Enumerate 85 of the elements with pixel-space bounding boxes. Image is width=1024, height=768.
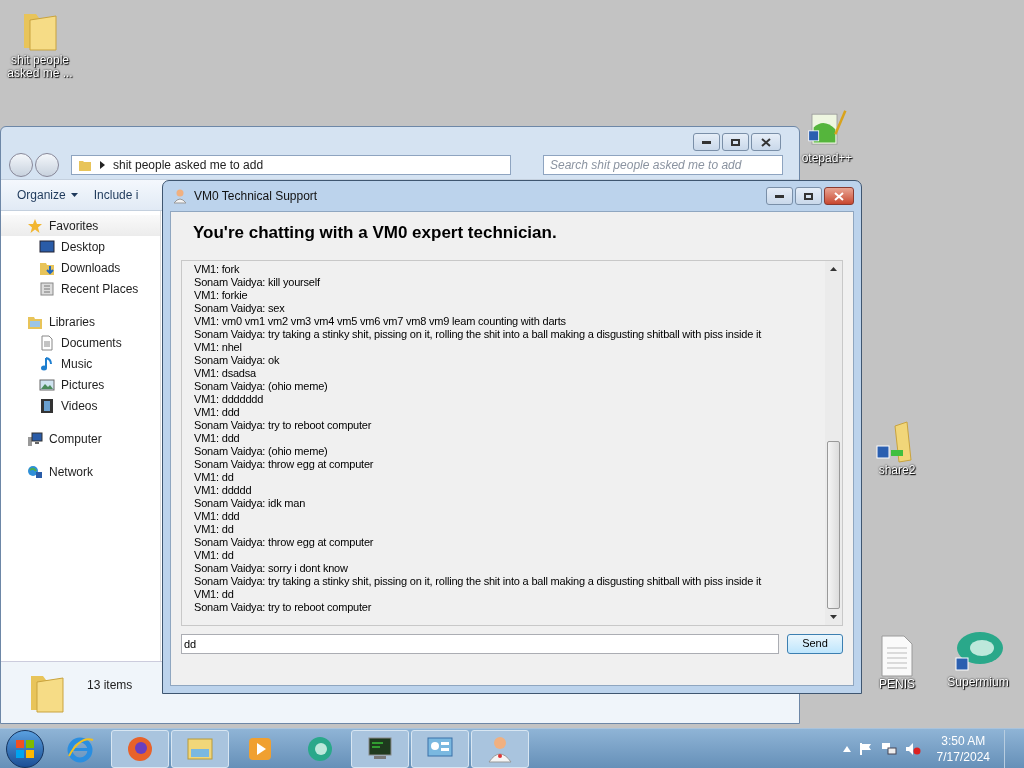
- forward-button[interactable]: [35, 153, 59, 177]
- chat-message: VM1: vm0 vm1 vm2 vm3 vm4 vm5 vm6 vm7 vm8 vm9 leam counting with darts: [194, 314, 567, 328]
- window-title: VM0 Technical Support: [194, 188, 318, 205]
- network-icon: [27, 463, 43, 480]
- chat-message: VM1: dd: [194, 587, 235, 601]
- chat-message: VM1: ddd: [194, 405, 241, 419]
- picture-icon: [39, 376, 55, 393]
- minimize-button[interactable]: [693, 133, 720, 151]
- nav-item[interactable]: Music: [1, 353, 160, 374]
- maximize-button[interactable]: [795, 187, 822, 205]
- recent-places-icon: [39, 280, 55, 297]
- desktop-icon-label[interactable]: share2: [862, 464, 932, 477]
- chat-message: VM1: dd: [194, 470, 235, 484]
- minimize-button[interactable]: [766, 187, 793, 205]
- chat-message: VM1: dd: [194, 548, 235, 562]
- film-icon: [39, 397, 55, 414]
- chat-message: Sonam Vaidya: try taking a stinky shit, pissing on it, rolling the shit into a ball making a disgusting shitball with piss inside it: [194, 574, 763, 588]
- nav-item[interactable]: Recent Places: [1, 278, 160, 299]
- chat-message: Sonam Vaidya: throw egg at computer: [194, 457, 375, 471]
- chat-message: Sonam Vaidya: sorry i dont know: [194, 561, 349, 575]
- technician-icon: [172, 188, 188, 204]
- computer-icon: [27, 430, 43, 447]
- show-hidden-icons-icon[interactable]: [842, 745, 851, 752]
- chat-message: VM1: dsadsa: [194, 366, 257, 380]
- chat-message: Sonam Vaidya: (ohio meme): [194, 444, 329, 458]
- nav-item[interactable]: Pictures: [1, 374, 160, 395]
- chat-message: Sonam Vaidya: kill yourself: [194, 275, 321, 289]
- taskbar-button[interactable]: [351, 729, 409, 768]
- desktop-icon: [39, 238, 55, 255]
- chat-message: VM1: ddddd: [194, 483, 253, 497]
- toolbar-button[interactable]: Include i: [93, 186, 139, 204]
- nav-item[interactable]: Videos: [1, 395, 160, 416]
- supermium-icon: [952, 630, 1004, 674]
- scroll-down-icon[interactable]: [830, 614, 837, 619]
- nav-item[interactable]: Favorites: [1, 215, 160, 236]
- scrollbar-thumb[interactable]: [827, 440, 840, 609]
- chat-message: VM1: ddd: [194, 431, 241, 445]
- nav-item[interactable]: Libraries: [1, 311, 160, 332]
- chat-message: Sonam Vaidya: try to reboot computer: [194, 600, 373, 614]
- close-icon: [834, 191, 844, 201]
- network-icon[interactable]: [880, 741, 897, 756]
- desktop-icon-label[interactable]: shit people asked me ...: [4, 54, 76, 80]
- chat-message: VM1: ddddddd: [194, 392, 265, 406]
- chevron-right-icon[interactable]: [100, 161, 105, 169]
- item-count: 13 items: [87, 677, 133, 694]
- music-note-icon: [39, 355, 55, 372]
- chat-heading: You're chatting with a VM0 expert technician.: [192, 222, 558, 244]
- message-input[interactable]: dd: [181, 633, 779, 654]
- chat-message: Sonam Vaidya: throw egg at computer: [194, 535, 375, 549]
- chat-message: Sonam Vaidya: (ohio meme): [194, 379, 329, 393]
- back-button[interactable]: [9, 153, 33, 177]
- flag-icon[interactable]: [858, 741, 873, 756]
- chat-message: VM1: nhel: [194, 340, 243, 354]
- send-button[interactable]: Send: [787, 633, 843, 654]
- chat-message: VM1: fork: [194, 262, 241, 276]
- document-icon: [39, 334, 55, 351]
- scrollbar[interactable]: [825, 260, 842, 625]
- close-icon: [761, 137, 771, 147]
- maximize-button[interactable]: [722, 133, 749, 151]
- star-icon: [27, 217, 43, 234]
- chat-message: VM1: dd: [194, 522, 235, 536]
- chat-message: Sonam Vaidya: try taking a stinky shit, pissing on it, rolling the shit into a ball making a disgusting shitball with piss inside it: [194, 327, 763, 341]
- nav-item[interactable]: Network: [1, 461, 160, 482]
- chat-message: VM1: forkie: [194, 288, 249, 302]
- chat-message: Sonam Vaidya: sex: [194, 301, 286, 315]
- taskbar-button[interactable]: [111, 729, 169, 768]
- chat-message: Sonam Vaidya: ok: [194, 353, 281, 367]
- toolbar-button[interactable]: Organize: [17, 186, 78, 204]
- nav-item[interactable]: Desktop: [1, 236, 160, 257]
- close-button[interactable]: [824, 187, 854, 205]
- close-button[interactable]: [751, 133, 781, 151]
- muted-speaker-icon[interactable]: [904, 741, 921, 756]
- chat-message: VM1: ddd: [194, 509, 241, 523]
- document-icon: [880, 634, 914, 678]
- chat-message: Sonam Vaidya: idk man: [194, 496, 307, 510]
- windows-logo-icon: [15, 738, 35, 759]
- chat-message: Sonam Vaidya: try to reboot computer: [194, 418, 373, 432]
- folder-icon: [78, 158, 92, 172]
- scroll-up-icon[interactable]: [830, 266, 837, 271]
- nav-item[interactable]: Computer: [1, 428, 160, 449]
- nav-item[interactable]: Downloads: [1, 257, 160, 278]
- address-bar[interactable]: shit people asked me to add: [71, 155, 511, 175]
- start-button[interactable]: [6, 729, 44, 768]
- caret-icon: [70, 193, 78, 197]
- nav-item[interactable]: Documents: [1, 332, 160, 353]
